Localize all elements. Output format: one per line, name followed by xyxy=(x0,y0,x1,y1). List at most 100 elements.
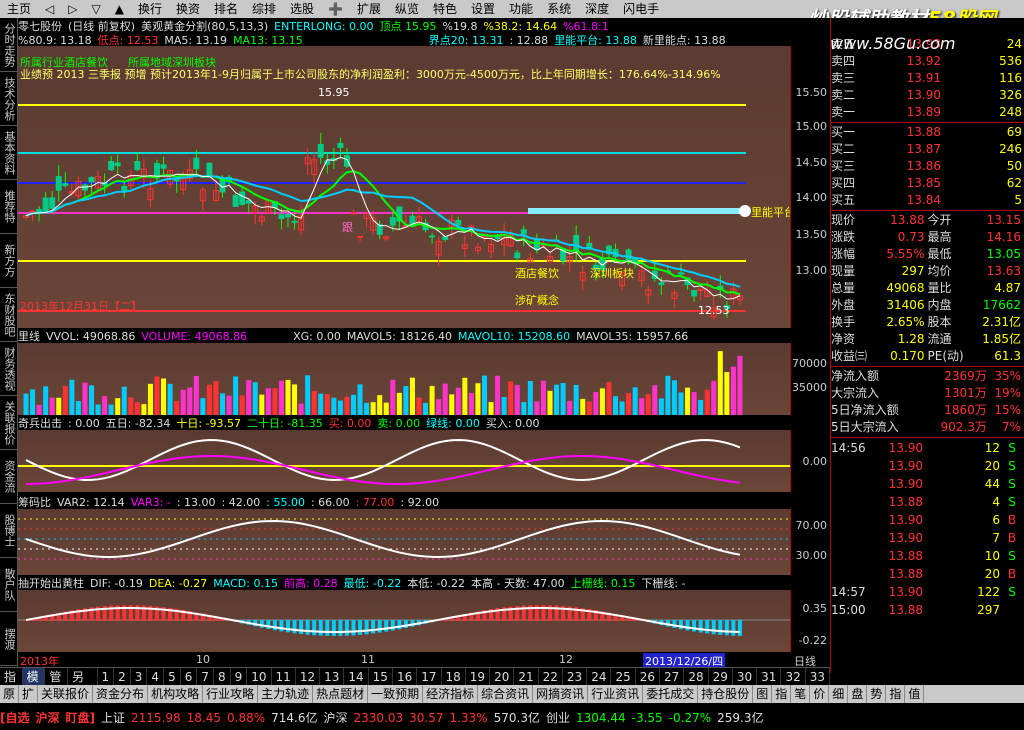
indicator-tab-23[interactable]: 20 xyxy=(490,668,515,685)
menu-item-13[interactable]: 特色 xyxy=(426,0,464,18)
menu-item-2[interactable]: ▷ xyxy=(61,0,84,18)
indicator-tab-32[interactable]: 29 xyxy=(709,668,733,685)
bottom-tab-2[interactable]: 关联报价 xyxy=(38,685,94,703)
indicator-tab-35[interactable]: 32 xyxy=(781,668,806,685)
indicator-tab-26[interactable]: 23 xyxy=(563,668,588,685)
indicator-tab-33[interactable]: 30 xyxy=(733,668,758,685)
bids-row[interactable]: 买五 13.84 5 xyxy=(831,192,1024,209)
menu-item-12[interactable]: 纵览 xyxy=(388,0,426,18)
indicator-tab-14[interactable]: 11 xyxy=(272,668,296,685)
indicator-tab-17[interactable]: 14 xyxy=(344,668,369,685)
bottom-tab-19[interactable]: 细 xyxy=(829,685,849,703)
indicator-tab-12[interactable]: 9 xyxy=(231,668,248,685)
vtab-5[interactable]: 东财股吧 xyxy=(0,288,17,342)
bids-row[interactable]: 买一 13.88 69 xyxy=(831,124,1024,141)
bottom-tab-11[interactable]: 网摘资讯 xyxy=(533,685,589,703)
menu-item-10[interactable]: ➕ xyxy=(321,0,350,18)
self-select-link[interactable]: [自选 xyxy=(0,709,30,726)
menu-item-4[interactable]: ▲ xyxy=(108,0,131,18)
watch-link[interactable]: 盯盘] xyxy=(66,709,96,726)
menu-item-16[interactable]: 系统 xyxy=(540,0,578,18)
hs-link[interactable]: 沪深 xyxy=(36,709,60,726)
menu-item-15[interactable]: 功能 xyxy=(502,0,540,18)
vtab-10[interactable]: 散户队 xyxy=(0,558,17,612)
bottom-tab-4[interactable]: 机构攻略 xyxy=(148,685,204,703)
indicator-tab-4[interactable]: 1 xyxy=(98,668,115,685)
menu-item-11[interactable]: 扩展 xyxy=(350,0,388,18)
bottom-tab-12[interactable]: 行业资讯 xyxy=(588,685,644,703)
vtab-2[interactable]: 基本资料 xyxy=(0,126,17,180)
menu-item-6[interactable]: 换资 xyxy=(169,0,207,18)
menu-item-17[interactable]: 深度 xyxy=(578,0,616,18)
indicator-tab-1[interactable]: 模板 xyxy=(22,668,46,702)
indicator-tab-9[interactable]: 6 xyxy=(181,668,198,685)
vtab-1[interactable]: 技术分析 xyxy=(0,72,17,126)
bottom-tab-7[interactable]: 热点题材 xyxy=(313,685,369,703)
bottom-tab-6[interactable]: 主力轨迹 xyxy=(258,685,314,703)
bottom-tab-16[interactable]: 指 xyxy=(772,685,792,703)
bottom-tab-20[interactable]: 盘 xyxy=(848,685,868,703)
indicator-tab-36[interactable]: 33 xyxy=(806,668,831,685)
menu-item-14[interactable]: 设置 xyxy=(464,0,502,18)
bottom-tab-10[interactable]: 综合资讯 xyxy=(478,685,534,703)
menu-item-3[interactable]: ▽ xyxy=(84,0,107,18)
indicator-tab-10[interactable]: 7 xyxy=(197,668,214,685)
bottom-tab-15[interactable]: 图 xyxy=(753,685,773,703)
bottom-tab-1[interactable]: 扩 xyxy=(19,685,39,703)
vtab-4[interactable]: 新方方 xyxy=(0,234,17,288)
indicator-tab-31[interactable]: 28 xyxy=(684,668,709,685)
menu-item-5[interactable]: 换行 xyxy=(131,0,169,18)
vtab-8[interactable]: 资金流 xyxy=(0,450,17,504)
indicator-tab-13[interactable]: 10 xyxy=(247,668,272,685)
indicator-tab-25[interactable]: 22 xyxy=(539,668,563,685)
indicator-tab-34[interactable]: 31 xyxy=(757,668,782,685)
bottom-tab-5[interactable]: 行业攻略 xyxy=(203,685,259,703)
vtab-0[interactable]: 分时走势 xyxy=(0,18,17,72)
indicator-tab-19[interactable]: 16 xyxy=(393,668,418,685)
asks-row[interactable]: 卖二 13.90 326 xyxy=(831,87,1024,104)
indicator-tab-15[interactable]: 12 xyxy=(296,668,321,685)
indicator-tab-18[interactable]: 15 xyxy=(369,668,393,685)
bids-row[interactable]: 买二 13.87 246 xyxy=(831,141,1024,158)
bottom-tab-0[interactable]: 原 xyxy=(0,685,20,703)
indicator-tab-8[interactable]: 5 xyxy=(164,668,181,685)
bottom-tab-9[interactable]: 经济指标 xyxy=(423,685,479,703)
bids-row[interactable]: 买三 13.86 50 xyxy=(831,158,1024,175)
vtab-7[interactable]: 关联报价 xyxy=(0,396,17,450)
vtab-11[interactable]: 摆渡 xyxy=(0,612,17,666)
bottom-tab-14[interactable]: 持仓股份 xyxy=(698,685,754,703)
menu-item-18[interactable]: 闪电手 xyxy=(616,0,666,18)
indicator-tab-16[interactable]: 13 xyxy=(320,668,345,685)
bottom-tab-23[interactable]: 值 xyxy=(905,685,925,703)
indicator-tab-22[interactable]: 19 xyxy=(466,668,491,685)
indicator-tab-29[interactable]: 26 xyxy=(636,668,661,685)
menu-item-8[interactable]: 综排 xyxy=(245,0,283,18)
indicator-tab-24[interactable]: 21 xyxy=(514,668,539,685)
indicator-tab-20[interactable]: 17 xyxy=(417,668,442,685)
bottom-tab-18[interactable]: 价 xyxy=(810,685,830,703)
indicator-tab-27[interactable]: 24 xyxy=(587,668,612,685)
bottom-tab-21[interactable]: 势 xyxy=(867,685,887,703)
bottom-tab-17[interactable]: 笔 xyxy=(791,685,811,703)
indicator-tab-2[interactable]: 管理 xyxy=(45,668,69,702)
indicator-tab-11[interactable]: 8 xyxy=(214,668,231,685)
indicator-tab-3[interactable]: 另存为 xyxy=(68,668,98,720)
indicator-tab-6[interactable]: 3 xyxy=(131,668,148,685)
menu-item-9[interactable]: 选股 xyxy=(283,0,321,18)
menu-item-0[interactable]: 主页 xyxy=(0,0,38,18)
indicator-tab-7[interactable]: 4 xyxy=(147,668,165,685)
bottom-tab-13[interactable]: 委托成交 xyxy=(643,685,699,703)
indicator-tab-28[interactable]: 25 xyxy=(611,668,636,685)
bids-row[interactable]: 买四 13.85 62 xyxy=(831,175,1024,192)
menu-item-1[interactable]: ◁ xyxy=(38,0,61,18)
vtab-9[interactable]: 股博士 xyxy=(0,504,17,558)
bottom-tab-22[interactable]: 指 xyxy=(886,685,906,703)
bottom-tab-8[interactable]: 一致预期 xyxy=(368,685,424,703)
indicator-tab-5[interactable]: 2 xyxy=(114,668,131,685)
menu-item-7[interactable]: 排名 xyxy=(207,0,245,18)
chart-area[interactable]: 零七股份 (日线 前复权) 美观黄金分割(80,5,13,3) ENTERLONG: … xyxy=(18,18,830,673)
bottom-tab-3[interactable]: 资金分布 xyxy=(93,685,149,703)
vtab-3[interactable]: 推荐特 xyxy=(0,180,17,234)
vtab-6[interactable]: 财务透视 xyxy=(0,342,17,396)
asks-row[interactable]: 卖一 13.89 248 xyxy=(831,104,1024,121)
